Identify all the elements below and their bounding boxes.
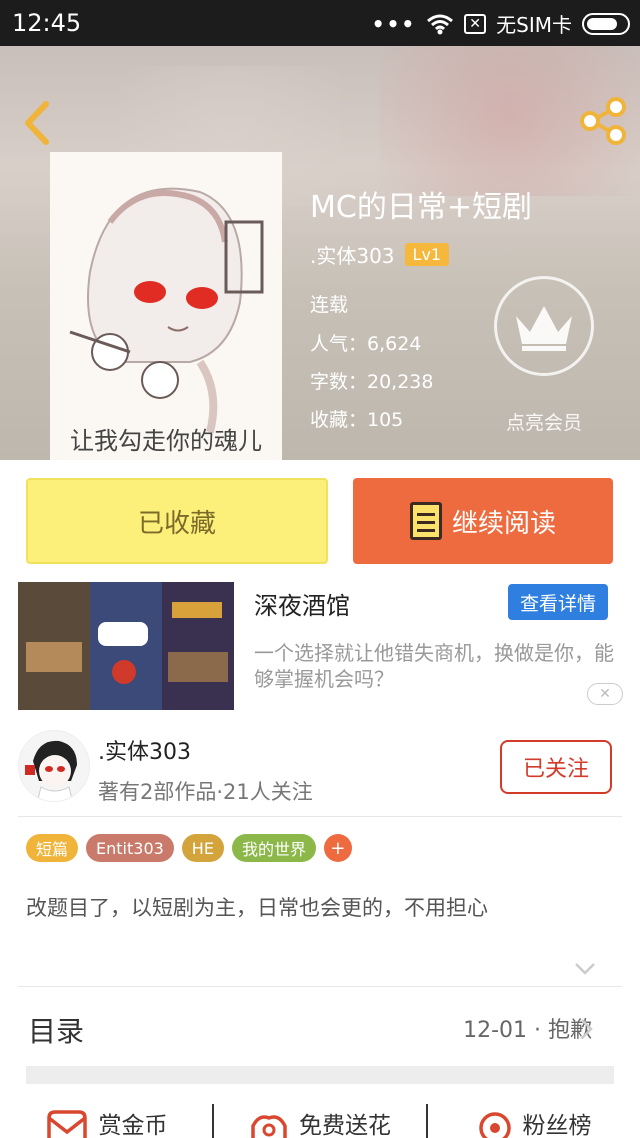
vip-badge[interactable] [494,276,594,376]
more-dots-icon: ••• [371,11,417,36]
book-title: MC的日常+短剧 [310,190,532,225]
sim-status: 无SIM卡 [496,13,572,37]
tag-minecraft[interactable]: 我的世界 [231,834,316,862]
ad-details-button[interactable]: 查看详情 [508,584,608,620]
battery-icon [582,12,630,35]
chevron-down-icon[interactable] [574,962,596,976]
flower-icon [251,1115,287,1138]
favorite-count: 收藏：105 [310,409,404,431]
tag-he[interactable]: HE [181,834,224,862]
crown-icon [516,306,572,351]
tag-entit303[interactable]: Entit303 [86,834,174,862]
book-cover[interactable]: 让我勾走你的魂儿 [50,152,282,460]
continue-reading-button[interactable]: 继续阅读 [353,478,613,564]
send-flower-label: 免费送花 [299,1113,391,1138]
envelope-icon [46,1110,87,1138]
reward-coin-button[interactable]: 赏金币 [0,1098,212,1138]
no-sim-icon: ✕ [464,13,487,34]
ranking-medal-icon [478,1112,511,1138]
word-count: 字数：20,238 [310,371,434,393]
avatar-illustration [19,731,89,801]
chevron-right-icon[interactable] [580,1018,594,1040]
status-bar: 12:45 ••• ✕ 无SIM卡 [0,0,640,46]
following-button[interactable]: 已关注 [500,740,612,794]
tag-short[interactable]: 短篇 [26,834,79,862]
vip-label[interactable]: 点亮会员 [498,408,590,435]
book-icon [409,502,442,540]
reward-coin-label: 赏金币 [98,1113,168,1138]
ad-image[interactable] [18,582,234,710]
back-arrow-icon[interactable] [18,98,54,148]
latest-chapter[interactable]: 12-01 · 抱歉 [463,1012,592,1044]
section-separator [26,1066,614,1084]
serial-status: 连载 [310,294,349,316]
favorited-button[interactable]: 已收藏 [26,478,328,564]
share-icon[interactable] [578,96,628,146]
author-card-name[interactable]: .实体303 [98,734,191,766]
book-header: 让我勾走你的魂儿 MC的日常+短剧 .实体303 Lv1 连载 人气：6,624… [0,46,640,460]
ad-game-screenshot [18,582,234,710]
add-tag-button[interactable]: + [323,834,352,862]
ad-close-button[interactable]: ✕ [587,683,623,705]
cover-illustration [50,152,282,460]
bottom-action-bar: 赏金币 免费送花 粉丝榜 [0,1098,640,1138]
divider [18,986,622,987]
clock: 12:45 [12,9,82,37]
popularity: 人气：6,624 [310,333,422,355]
fan-ranking-button[interactable]: 粉丝榜 [428,1098,640,1138]
toc-label[interactable]: 目录 [28,1010,84,1050]
author-stats: 著有2部作品·21人关注 [98,780,313,804]
author-avatar[interactable] [18,730,90,802]
wifi-icon [427,14,454,34]
cover-caption: 让我勾走你的魂儿 [70,427,262,455]
tag-list: 短篇 Entit303 HE 我的世界 + [26,834,352,862]
send-flower-button[interactable]: 免费送花 [214,1098,426,1138]
ad-title[interactable]: 深夜酒馆 [254,586,350,621]
book-intro: 改题目了，以短剧为主，日常也会更的，不用担心 [26,896,488,920]
author-name[interactable]: .实体303 [310,240,395,269]
ad-description[interactable]: 一个选择就让他错失商机，换做是你，能够掌握机会吗？ [254,640,614,692]
author-row[interactable]: .实体303 Lv1 [310,240,450,269]
level-badge: Lv1 [404,243,450,266]
divider [18,816,622,817]
fan-ranking-label: 粉丝榜 [522,1113,592,1138]
continue-reading-label: 继续阅读 [451,508,556,539]
